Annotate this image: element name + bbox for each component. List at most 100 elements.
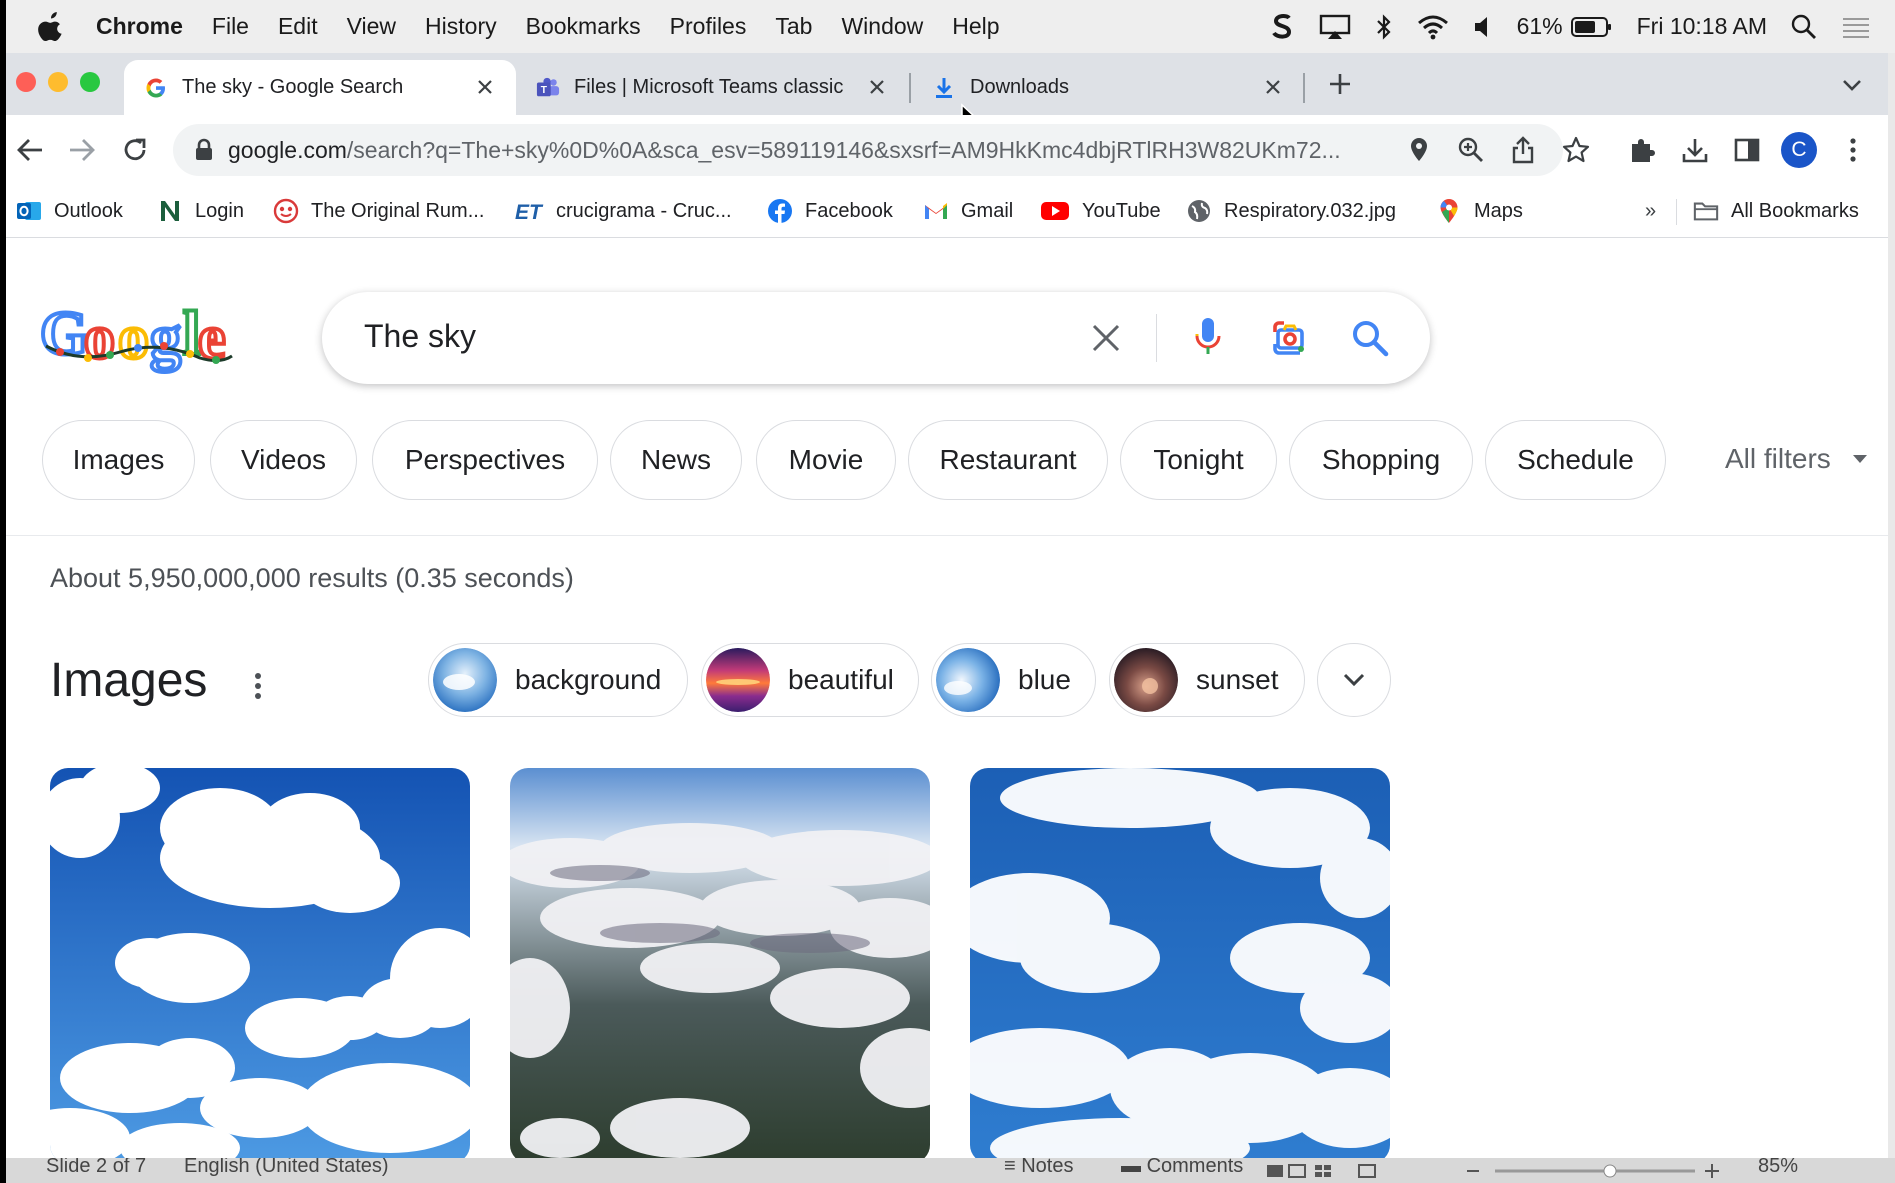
tab-search-chevron-icon[interactable]: [1838, 73, 1866, 97]
forward-arrow-icon[interactable]: [65, 133, 99, 167]
chip-news[interactable]: News: [610, 420, 742, 500]
volume-icon[interactable]: [1473, 15, 1493, 39]
tab-teams-files[interactable]: T Files | Microsoft Teams classic: [516, 60, 908, 115]
language-status[interactable]: English (United States): [184, 1158, 389, 1178]
thumb-sunset: [1114, 648, 1178, 712]
wifi-icon[interactable]: [1417, 14, 1449, 40]
chip-perspectives[interactable]: Perspectives: [372, 420, 598, 500]
zoom-level[interactable]: 85%: [1758, 1158, 1798, 1178]
all-bookmarks-button[interactable]: All Bookmarks: [1693, 193, 1859, 229]
chip-schedule[interactable]: Schedule: [1485, 420, 1666, 500]
refine-blue[interactable]: blue: [931, 643, 1096, 717]
macos-menu-bar: Chrome File Edit View History Bookmarks …: [0, 0, 1895, 53]
apple-logo-icon[interactable]: [38, 11, 66, 42]
view-mode-icons[interactable]: [1265, 1162, 1385, 1178]
location-pin-icon[interactable]: [1405, 136, 1433, 164]
window-minimize-button[interactable]: [48, 72, 68, 92]
tab-close-icon[interactable]: [472, 74, 498, 100]
bookmark-facebook[interactable]: Facebook: [767, 193, 893, 229]
chip-images[interactable]: Images: [42, 420, 195, 500]
refine-background[interactable]: background: [428, 643, 688, 717]
google-lens-icon[interactable]: [1268, 316, 1312, 360]
window-zoom-button[interactable]: [80, 72, 100, 92]
comments-button[interactable]: ▬ Comments: [1121, 1158, 1243, 1178]
control-center-icon[interactable]: [1841, 15, 1871, 39]
menu-view[interactable]: View: [347, 13, 396, 40]
bookmark-crucigrama[interactable]: ET crucigrama - Cruc...: [514, 193, 732, 229]
refine-beautiful[interactable]: beautiful: [701, 643, 919, 717]
refine-more-button[interactable]: [1317, 643, 1391, 717]
notes-label: Notes: [1021, 1158, 1074, 1177]
sky-clouds-image-1: [50, 768, 470, 1163]
chip-videos[interactable]: Videos: [210, 420, 357, 500]
tab-google-search[interactable]: The sky - Google Search: [124, 60, 516, 115]
chip-restaurant[interactable]: Restaurant: [908, 420, 1108, 500]
bookmark-star-icon[interactable]: [1562, 136, 1590, 164]
downloads-icon[interactable]: [1678, 133, 1712, 167]
screen: Chrome File Edit View History Bookmarks …: [0, 0, 1895, 1183]
menu-history[interactable]: History: [425, 13, 497, 40]
chip-shopping[interactable]: Shopping: [1289, 420, 1473, 500]
search-input[interactable]: The sky: [364, 318, 476, 355]
bookmarks-overflow-button[interactable]: »: [1645, 193, 1656, 229]
extensions-puzzle-icon[interactable]: [1625, 133, 1659, 167]
browser-toolbar: google.com/search?q=The+sky%0D%0A&sca_es…: [0, 115, 1895, 185]
lock-icon[interactable]: [193, 138, 215, 162]
bookmark-label: crucigrama - Cruc...: [556, 199, 732, 222]
chip-tonight[interactable]: Tonight: [1120, 420, 1277, 500]
battery-status[interactable]: 61%: [1517, 13, 1613, 40]
menu-tab[interactable]: Tab: [775, 13, 812, 40]
back-arrow-icon[interactable]: [13, 133, 47, 167]
airplay-icon[interactable]: [1319, 14, 1351, 40]
tab-close-icon[interactable]: [864, 74, 890, 100]
notes-button[interactable]: ≡ Notes: [1004, 1158, 1073, 1178]
menu-profiles[interactable]: Profiles: [670, 13, 747, 40]
chips-divider: [0, 535, 1895, 536]
reload-icon[interactable]: [118, 133, 152, 167]
all-bookmarks-label: All Bookmarks: [1731, 199, 1859, 222]
bookmark-gmail[interactable]: Gmail: [923, 193, 1013, 229]
status-area: 61% Fri 10:18 AM: [1269, 0, 1895, 53]
share-icon[interactable]: [1509, 136, 1537, 164]
chip-movie[interactable]: Movie: [756, 420, 896, 500]
chrome-menu-kebab-icon[interactable]: [1836, 133, 1870, 167]
bookmark-outlook[interactable]: Outlook: [16, 193, 123, 229]
menu-chrome[interactable]: Chrome: [96, 13, 183, 40]
address-bar[interactable]: google.com/search?q=The+sky%0D%0A&sca_es…: [173, 124, 1590, 176]
clear-search-icon[interactable]: [1084, 316, 1128, 360]
spotlight-search-icon[interactable]: [1791, 14, 1817, 40]
clock[interactable]: Fri 10:18 AM: [1637, 13, 1767, 40]
all-filters-button[interactable]: All filters: [1725, 443, 1869, 475]
bookmark-youtube[interactable]: YouTube: [1040, 193, 1161, 229]
image-result[interactable]: [50, 768, 470, 1163]
refine-sunset[interactable]: sunset: [1109, 643, 1305, 717]
bookmark-respiratory[interactable]: Respiratory.032.jpg: [1186, 193, 1396, 229]
images-section-title: Images: [50, 654, 208, 707]
image-result[interactable]: [510, 768, 930, 1163]
menu-window[interactable]: Window: [841, 13, 923, 40]
google-doodle-logo[interactable]: G o o g l e: [40, 302, 235, 374]
new-tab-icon[interactable]: [1325, 69, 1355, 99]
bookmarks-bar: Outlook Login The Original Rum... ET cru…: [0, 185, 1895, 238]
window-close-button[interactable]: [16, 72, 36, 92]
menu-edit[interactable]: Edit: [278, 13, 318, 40]
zoom-icon[interactable]: [1457, 136, 1485, 164]
s-app-icon[interactable]: [1269, 12, 1295, 42]
side-panel-icon[interactable]: [1730, 133, 1764, 167]
tab-close-icon[interactable]: [1260, 74, 1286, 100]
bookmark-login[interactable]: Login: [157, 193, 244, 229]
bluetooth-icon[interactable]: [1375, 13, 1393, 41]
profile-avatar[interactable]: C: [1781, 132, 1817, 168]
menu-file[interactable]: File: [212, 13, 249, 40]
bookmark-original-rum[interactable]: The Original Rum...: [273, 193, 484, 229]
search-magnifier-icon[interactable]: [1348, 316, 1392, 360]
menu-bookmarks[interactable]: Bookmarks: [526, 13, 641, 40]
images-more-options-icon[interactable]: [244, 666, 272, 706]
voice-search-mic-icon[interactable]: [1186, 316, 1230, 360]
image-result[interactable]: [970, 768, 1390, 1163]
search-box[interactable]: The sky: [322, 292, 1430, 384]
menu-help[interactable]: Help: [952, 13, 999, 40]
bookmark-maps[interactable]: Maps: [1436, 193, 1523, 229]
tab-title: Downloads: [970, 76, 1069, 98]
zoom-slider[interactable]: [1465, 1162, 1725, 1178]
